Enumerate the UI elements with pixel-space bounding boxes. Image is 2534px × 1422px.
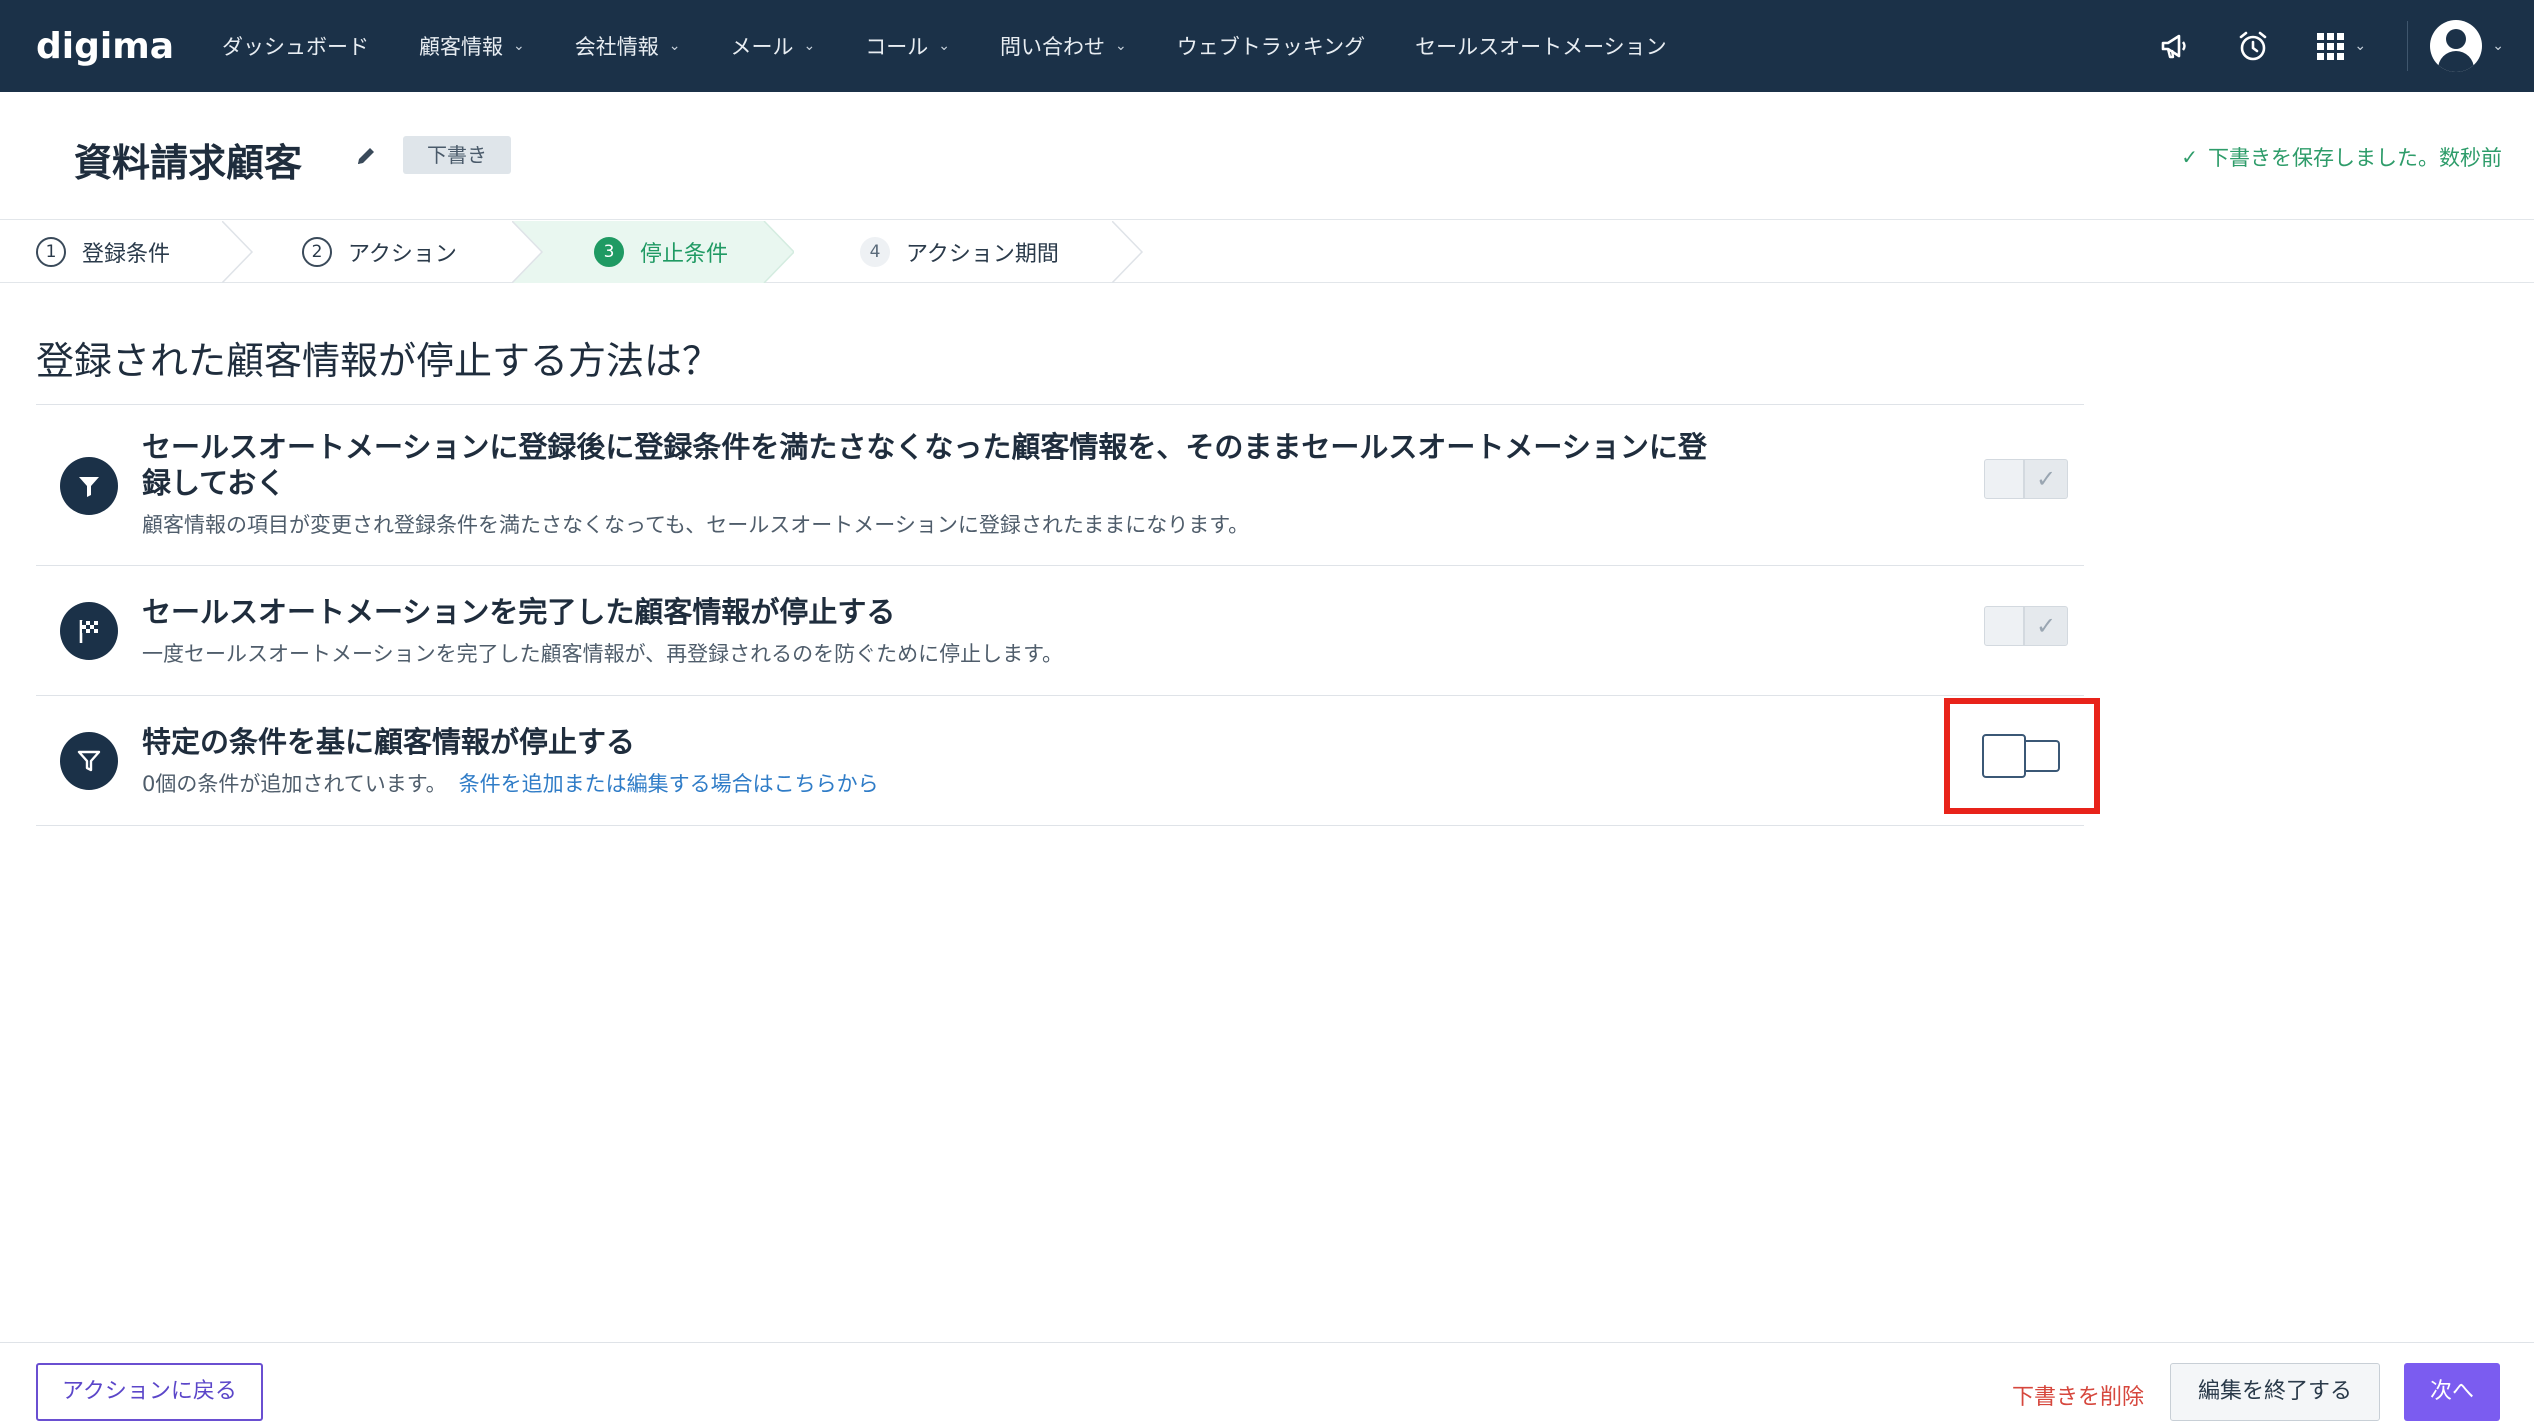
nav-web-tracking[interactable]: ウェブトラッキング bbox=[1177, 31, 1365, 61]
nav-label: 顧客情報 bbox=[419, 35, 504, 59]
step-registration-conditions[interactable]: 1 登録条件 bbox=[36, 221, 170, 283]
option-toggle[interactable]: ✓ bbox=[1984, 459, 2068, 499]
option-title-line: セールスオートメーションに登録後に登録条件を満たさなくなった顧客情報を、そのまま… bbox=[142, 430, 1707, 464]
step-action-period[interactable]: 4 アクション期間 bbox=[860, 221, 1059, 283]
nav-call[interactable]: コール ⌄ bbox=[865, 31, 950, 61]
flag-funnel-icon bbox=[60, 457, 118, 515]
option-description: 一度セールスオートメーションを完了した顧客情報が、再登録されるのを防ぐために停止… bbox=[142, 642, 1064, 666]
step-label: アクション bbox=[348, 242, 457, 267]
pencil-icon[interactable] bbox=[354, 144, 378, 168]
app-grid-icon[interactable]: ⌄ bbox=[2309, 24, 2373, 68]
step-separator bbox=[222, 221, 254, 283]
option-title: セールスオートメーションに登録後に登録条件を満たさなくなった顧客情報を、そのまま… bbox=[142, 429, 1707, 501]
step-label: 停止条件 bbox=[640, 242, 729, 267]
option-title: 特定の条件を基に顧客情報が停止する bbox=[142, 725, 636, 759]
check-icon: ✓ bbox=[2024, 459, 2068, 499]
option-keep-registered: セールスオートメーションに登録後に登録条件を満たさなくなった顧客情報を、そのまま… bbox=[36, 405, 2084, 566]
nav-label: 会社情報 bbox=[574, 35, 659, 59]
user-avatar-icon[interactable] bbox=[2430, 20, 2483, 72]
nav-customers[interactable]: 顧客情報 ⌄ bbox=[419, 31, 525, 61]
nav-sales-automation[interactable]: セールスオートメーション bbox=[1415, 31, 1667, 61]
step-label: アクション期間 bbox=[906, 242, 1059, 267]
top-navigation: digima ダッシュボード 顧客情報 ⌄ 会社情報 ⌄ メール ⌄ コール ⌄ 問い合… bbox=[0, 0, 2534, 92]
save-status-text: 下書きを保存しました。数秒前 bbox=[2208, 146, 2502, 170]
finish-editing-button[interactable]: 編集を終了する bbox=[2170, 1363, 2380, 1421]
checkered-flag-icon bbox=[60, 602, 118, 660]
status-badge: 下書き bbox=[403, 136, 511, 174]
option-toggle[interactable]: ✓ bbox=[1984, 606, 2068, 646]
check-icon: ✓ bbox=[2181, 145, 2198, 169]
megaphone-icon[interactable] bbox=[2153, 24, 2197, 68]
step-number: 3 bbox=[594, 237, 624, 267]
step-number: 2 bbox=[302, 237, 332, 267]
check-icon: ✓ bbox=[2024, 606, 2068, 646]
chevron-down-icon: ⌄ bbox=[668, 38, 681, 54]
page-title: 資料請求顧客 bbox=[74, 141, 303, 185]
nav-label: ダッシュボード bbox=[222, 35, 370, 59]
nav-label: メール bbox=[730, 35, 794, 59]
filter-icon bbox=[60, 732, 118, 790]
logo-text: digima bbox=[36, 25, 175, 67]
option-description: 顧客情報の項目が変更され登録条件を満たさなくなっても、セールスオートメーションに… bbox=[142, 513, 1250, 537]
stop-condition-options: セールスオートメーションに登録後に登録条件を満たさなくなった顧客情報を、そのまま… bbox=[36, 404, 2084, 826]
chevron-down-icon: ⌄ bbox=[2354, 38, 2367, 54]
nav-label: セールスオートメーション bbox=[1415, 35, 1667, 59]
step-progress: 1 登録条件 2 アクション 3 停止条件 4 アクション期間 bbox=[0, 221, 2534, 283]
nav-utilities: ⌄ ⌄ bbox=[2119, 0, 2504, 92]
digima-logo[interactable]: digima bbox=[36, 26, 174, 67]
nav-dashboard[interactable]: ダッシュボード bbox=[222, 31, 369, 61]
option-title-line: 録しておく bbox=[142, 466, 286, 500]
main-menu: ダッシュボード 顧客情報 ⌄ 会社情報 ⌄ メール ⌄ コール ⌄ 問い合わせ ⌄ ウェブ… bbox=[222, 31, 1717, 61]
condition-count-text: 0個の条件が追加されています。 bbox=[142, 772, 447, 796]
nav-label: ウェブトラッキング bbox=[1176, 35, 1366, 59]
nav-companies[interactable]: 会社情報 ⌄ bbox=[575, 31, 681, 61]
stop-by-condition-toggle[interactable] bbox=[1982, 734, 2060, 778]
option-description: 0個の条件が追加されています。 条件を追加または編集する場合はこちらから bbox=[142, 768, 879, 798]
step-actions[interactable]: 2 アクション bbox=[302, 221, 457, 283]
chevron-down-icon: ⌄ bbox=[513, 38, 525, 54]
page-header: 資料請求顧客 下書き ✓ 下書きを保存しました。数秒前 bbox=[0, 92, 2534, 220]
footer-bar: アクションに戻る 下書きを削除 編集を終了する 次へ bbox=[0, 1342, 2534, 1422]
chevron-down-icon: ⌄ bbox=[1114, 38, 1127, 54]
step-separator bbox=[1112, 221, 1144, 283]
next-button[interactable]: 次へ bbox=[2404, 1363, 2500, 1421]
alarm-clock-icon[interactable] bbox=[2231, 24, 2275, 68]
nav-inquiries[interactable]: 問い合わせ ⌄ bbox=[1000, 31, 1127, 61]
nav-label: 問い合わせ bbox=[999, 35, 1105, 59]
step-stop-conditions[interactable]: 3 停止条件 bbox=[594, 221, 728, 283]
chevron-down-icon: ⌄ bbox=[938, 38, 950, 54]
delete-draft-link[interactable]: 下書きを削除 bbox=[2012, 1379, 2144, 1411]
chevron-down-icon: ⌄ bbox=[803, 38, 816, 54]
step-label: 登録条件 bbox=[82, 242, 171, 267]
option-stop-on-complete: セールスオートメーションを完了した顧客情報が停止する 一度セールスオートメーショ… bbox=[36, 566, 2084, 696]
edit-conditions-link[interactable]: 条件を追加または編集する場合はこちらから bbox=[459, 772, 879, 796]
chevron-down-icon[interactable]: ⌄ bbox=[2492, 38, 2504, 54]
step-number: 1 bbox=[36, 237, 66, 267]
option-title: セールスオートメーションを完了した顧客情報が停止する bbox=[142, 595, 896, 629]
nav-mail[interactable]: メール ⌄ bbox=[731, 31, 816, 61]
nav-divider bbox=[2407, 21, 2409, 71]
step-number: 4 bbox=[860, 237, 890, 267]
nav-label: コール bbox=[865, 35, 929, 59]
section-question: 登録された顧客情報が停止する方法は？ bbox=[36, 339, 721, 383]
back-to-actions-button[interactable]: アクションに戻る bbox=[36, 1363, 263, 1421]
save-status: ✓ 下書きを保存しました。数秒前 bbox=[2181, 142, 2502, 172]
option-stop-by-condition: 特定の条件を基に顧客情報が停止する 0個の条件が追加されています。 条件を追加また… bbox=[36, 696, 2084, 826]
